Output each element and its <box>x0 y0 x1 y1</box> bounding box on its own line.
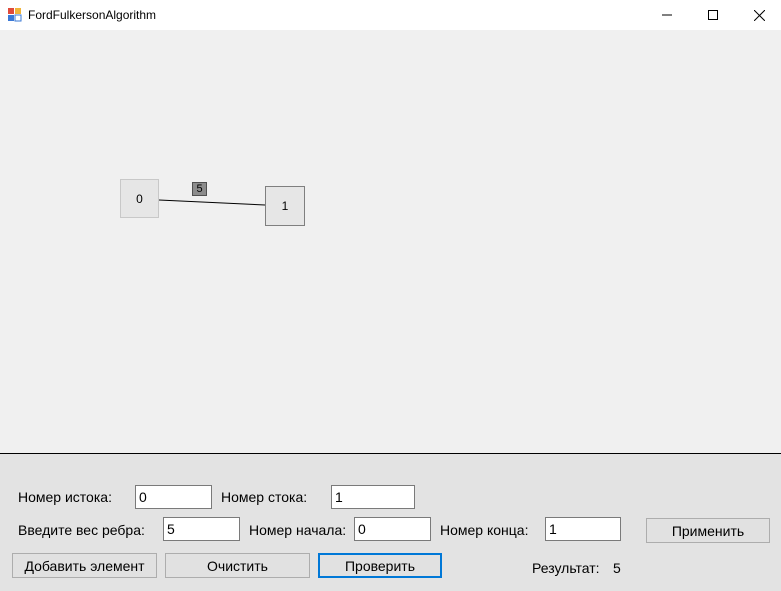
check-button[interactable]: Проверить <box>318 553 442 578</box>
graph-edge <box>158 199 266 206</box>
sink-label: Номер стока: <box>221 489 308 505</box>
graph-edges-layer <box>158 199 266 206</box>
end-node-input[interactable] <box>545 517 621 541</box>
title-bar: FordFulkersonAlgorithm <box>0 0 781 30</box>
source-input[interactable] <box>135 485 212 509</box>
close-button[interactable] <box>736 0 781 30</box>
node-label: 0 <box>136 191 143 206</box>
add-element-button[interactable]: Добавить элемент <box>12 553 157 578</box>
edge-weight-field-label: Введите вес ребра: <box>18 522 145 538</box>
end-node-label: Номер конца: <box>440 522 529 538</box>
graph-node[interactable]: 0 <box>120 179 159 218</box>
sink-input[interactable] <box>331 485 415 509</box>
app-icon <box>8 8 22 22</box>
graph-canvas[interactable]: 0 5 1 <box>0 30 781 453</box>
start-node-label: Номер начала: <box>249 522 347 538</box>
start-node-input[interactable] <box>354 517 431 541</box>
controls-panel: Номер истока: Номер стока: Введите вес р… <box>0 454 781 591</box>
node-label: 1 <box>281 199 289 213</box>
result-label: Результат: <box>532 560 600 576</box>
clear-button[interactable]: Очистить <box>165 553 310 578</box>
result-value: 5 <box>613 560 621 576</box>
maximize-icon <box>708 10 718 20</box>
close-icon <box>753 9 765 21</box>
edge-weight-label: 5 <box>192 182 207 196</box>
edge-weight-input[interactable] <box>163 517 240 541</box>
source-label: Номер истока: <box>18 489 112 505</box>
minimize-button[interactable] <box>644 0 690 30</box>
window-title: FordFulkersonAlgorithm <box>28 8 157 22</box>
apply-button[interactable]: Применить <box>646 518 770 543</box>
edge-weight-value: 5 <box>196 183 203 195</box>
maximize-button[interactable] <box>690 0 736 30</box>
app-window: FordFulkersonAlgorithm 0 5 1 Номер исток… <box>0 0 781 591</box>
graph-node[interactable]: 1 <box>265 186 305 226</box>
minimize-icon <box>662 14 672 16</box>
